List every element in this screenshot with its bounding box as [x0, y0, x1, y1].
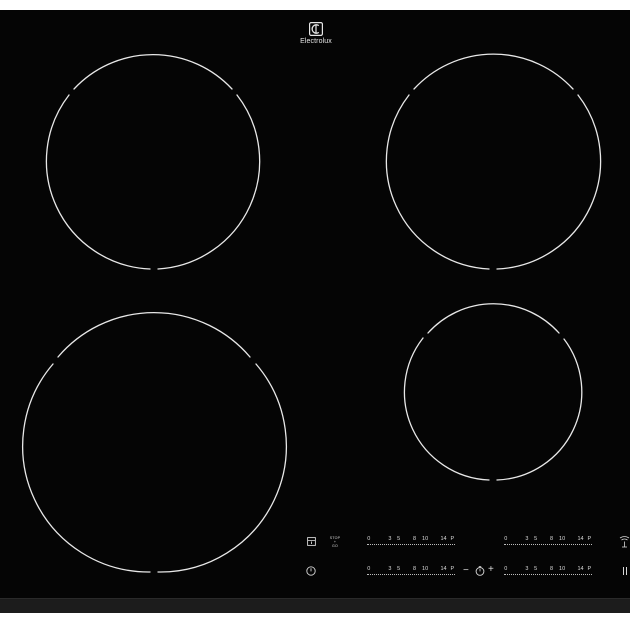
scale-label: 3 — [388, 566, 392, 572]
power-slider-rear-left[interactable]: 0 3 5 8 10 14 P — [367, 536, 455, 548]
scale-label: 14 — [577, 566, 584, 572]
scale-label: 10 — [422, 566, 429, 572]
scale-label: P — [450, 536, 455, 542]
scale-label: 0 — [504, 566, 508, 572]
scale-label: 5 — [534, 536, 538, 542]
power-slider-rear-right[interactable]: 0 3 5 8 10 14 P — [504, 536, 592, 548]
slider-track — [504, 544, 592, 545]
stop-go-line3: GO — [332, 544, 338, 548]
scale-label: 8 — [412, 536, 417, 542]
cooking-zone-rear-left[interactable] — [45, 54, 261, 270]
power-scale-labels: 0 3 5 8 10 14 P — [367, 536, 455, 543]
power-scale-labels: 0 3 5 8 10 14 P — [504, 536, 592, 543]
scale-label: 14 — [577, 536, 584, 542]
stop-go-button[interactable]: STOP + GO — [327, 536, 343, 548]
power-scale-labels: 0 3 5 8 10 14 P — [367, 566, 455, 573]
pause-icon[interactable] — [622, 566, 630, 576]
scale-label: 8 — [549, 566, 554, 572]
scale-label: 0 — [367, 566, 371, 572]
scale-label: 0 — [504, 536, 508, 542]
scale-label: 8 — [412, 566, 417, 572]
power-slider-front-right[interactable]: 0 3 5 8 10 14 P — [504, 566, 592, 578]
scale-label: 3 — [525, 536, 529, 542]
scale-label: 10 — [422, 536, 429, 542]
scale-label: 5 — [397, 536, 401, 542]
scale-label: 0 — [367, 536, 371, 542]
scale-label: P — [587, 566, 592, 572]
hob2hood-icon[interactable] — [619, 535, 630, 548]
timer-icon — [475, 566, 485, 576]
power-scale-labels: 0 3 5 8 10 14 P — [504, 566, 592, 573]
scale-label: 5 — [534, 566, 538, 572]
scale-label: 3 — [388, 536, 392, 542]
scale-label: 14 — [440, 566, 447, 572]
timer-minus-button[interactable]: − — [463, 566, 469, 576]
scale-label: 8 — [549, 536, 554, 542]
scale-label: 5 — [397, 566, 401, 572]
timer-plus-button[interactable]: + — [488, 565, 494, 575]
slider-track — [504, 574, 592, 575]
scale-label: 10 — [559, 536, 566, 542]
power-slider-front-left[interactable]: 0 3 5 8 10 14 P — [367, 566, 455, 578]
slider-track — [367, 574, 455, 575]
power-icon[interactable] — [306, 566, 316, 576]
cooking-zone-front-right[interactable] — [403, 303, 583, 481]
slider-track — [367, 544, 455, 545]
scale-label: 3 — [525, 566, 529, 572]
cooking-zone-rear-right[interactable] — [385, 53, 602, 270]
scale-label: 10 — [559, 566, 566, 572]
lock-icon[interactable] — [307, 537, 316, 546]
scale-label: P — [587, 536, 592, 542]
scale-label: P — [450, 566, 455, 572]
scale-label: 14 — [440, 536, 447, 542]
cooking-zone-front-left[interactable] — [22, 311, 287, 573]
